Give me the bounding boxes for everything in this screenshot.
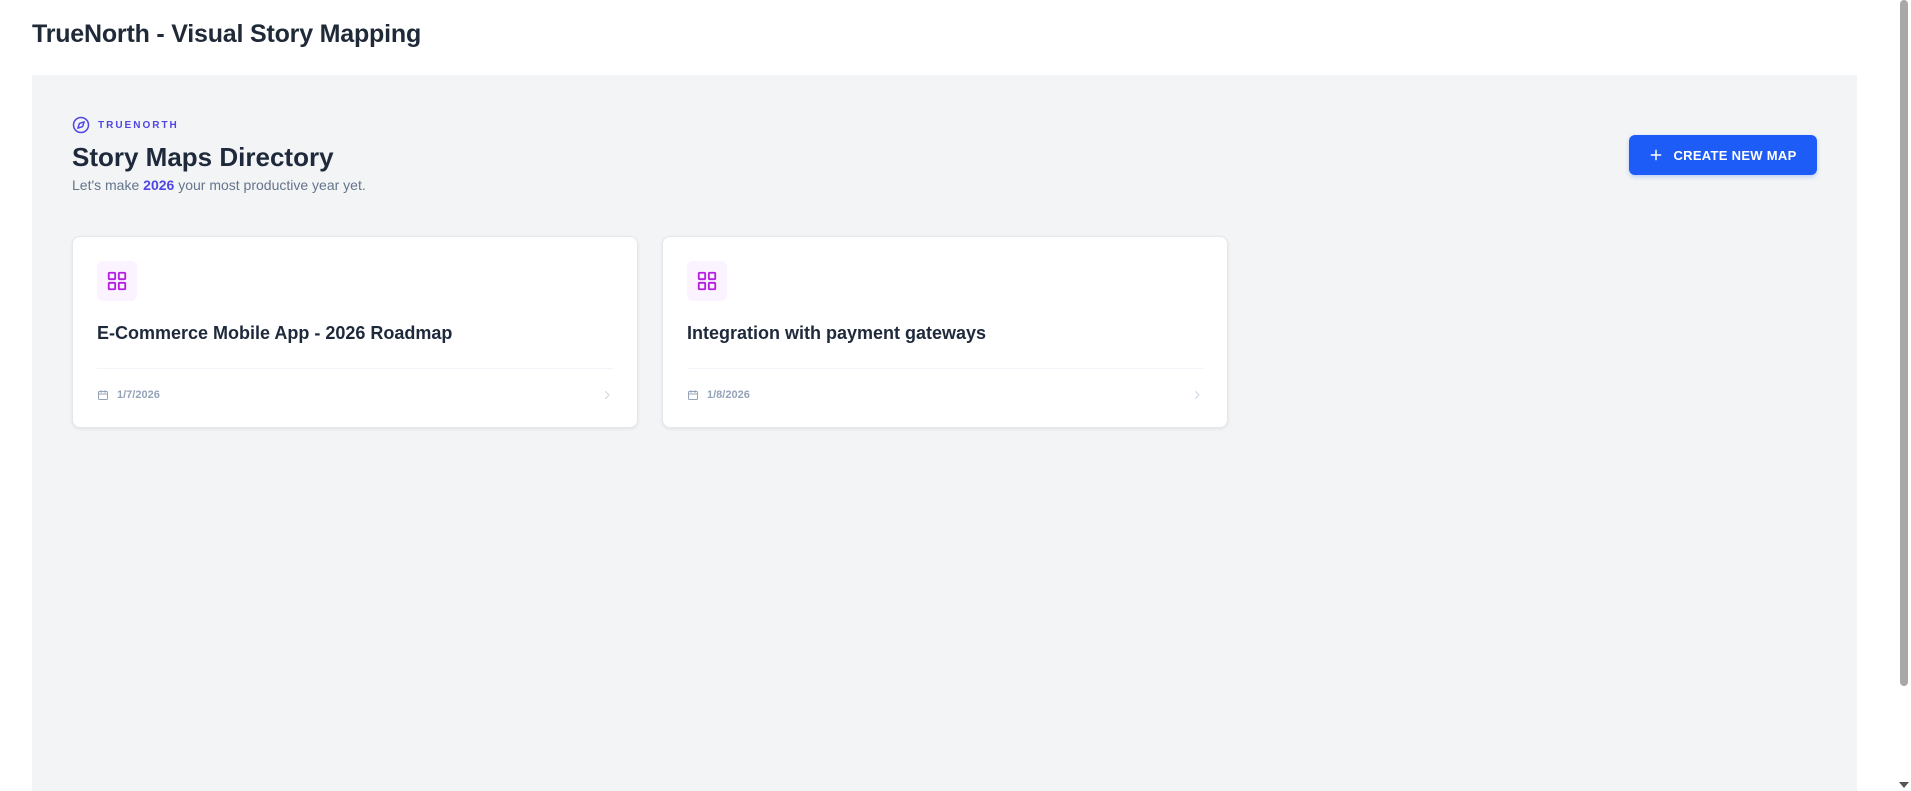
map-card[interactable]: E-Commerce Mobile App - 2026 Roadmap 1/7… [72, 236, 638, 428]
map-card-date-row: 1/7/2026 [97, 389, 160, 401]
map-card-divider [687, 368, 1203, 369]
create-new-map-label: CREATE NEW MAP [1673, 147, 1797, 163]
map-card-footer: 1/7/2026 [97, 387, 613, 403]
map-card-title: E-Commerce Mobile App - 2026 Roadmap [97, 323, 453, 343]
tagline-year: 2026 [143, 177, 175, 193]
compass-icon [72, 116, 90, 134]
grid-icon [697, 271, 717, 291]
create-new-map-button[interactable]: CREATE NEW MAP [1629, 135, 1817, 175]
map-card[interactable]: Integration with payment gateways 1/8/20… [662, 236, 1228, 428]
map-card-title: Integration with payment gateways [687, 323, 987, 343]
tagline-suffix: your most productive year yet. [174, 177, 366, 193]
plus-icon [1651, 149, 1662, 161]
brand-name: TRUENORTH [98, 119, 179, 131]
scroll-down-arrow-icon[interactable] [1899, 782, 1909, 788]
map-card-date: 1/8/2026 [707, 389, 750, 401]
directory-title: Story Maps Directory [72, 142, 334, 172]
scrollbar-thumb[interactable] [1900, 0, 1908, 686]
map-card-date-row: 1/8/2026 [687, 389, 750, 401]
chevron-right-icon [1195, 391, 1200, 399]
tagline-prefix: Let's make [72, 177, 144, 193]
grid-icon [107, 271, 127, 291]
map-card-footer: 1/8/2026 [687, 387, 1203, 403]
maps-directory-panel: TRUENORTH Story Maps Directory Let's mak… [32, 75, 1857, 791]
page-title: TrueNorth - Visual Story Mapping [32, 20, 422, 48]
map-card-date: 1/7/2026 [117, 389, 160, 401]
calendar-icon [98, 390, 108, 400]
brand-row: TRUENORTH [72, 116, 179, 134]
map-card-icon-box [687, 261, 727, 301]
map-card-divider [97, 368, 613, 369]
map-card-icon-box [97, 261, 137, 301]
vertical-scrollbar[interactable] [1896, 0, 1911, 791]
chevron-right-icon [605, 391, 610, 399]
calendar-icon [688, 390, 698, 400]
tagline: Let's make 2026 your most productive yea… [72, 177, 366, 193]
